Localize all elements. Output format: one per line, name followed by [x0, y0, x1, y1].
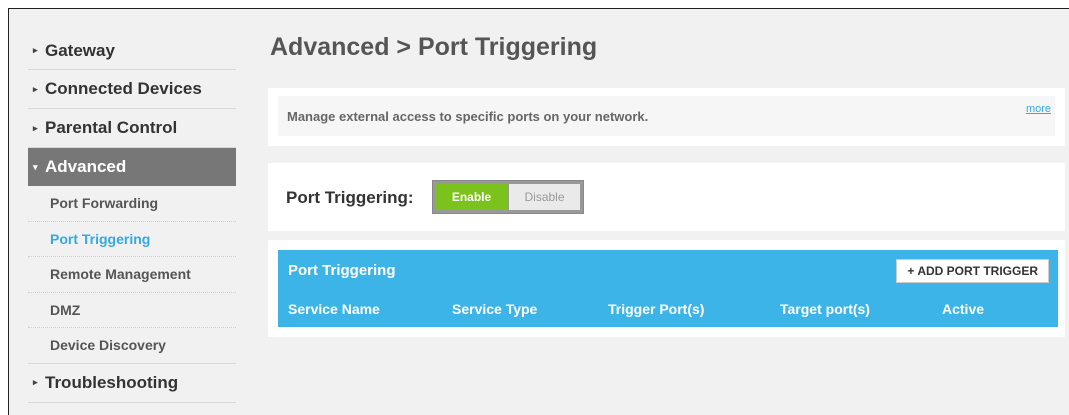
caret-down-icon: ▾: [33, 161, 38, 172]
page-title: Advanced > Port Triggering: [270, 33, 598, 61]
table-header: Port Triggering + ADD PORT TRIGGER Servi…: [278, 250, 1058, 327]
sidebar-item-label: Gateway: [45, 40, 115, 60]
add-port-trigger-button[interactable]: + ADD PORT TRIGGER: [896, 259, 1049, 283]
subnav-port-triggering[interactable]: Port Triggering: [28, 222, 236, 257]
sidebar-item-parental-control[interactable]: ▸ Parental Control: [28, 109, 236, 148]
caret-right-icon: ▸: [33, 83, 38, 94]
intro-text: Manage external access to specific ports…: [287, 109, 649, 124]
subnav-device-discovery[interactable]: Device Discovery: [28, 328, 236, 364]
sidebar-item-label: Parental Control: [45, 118, 178, 137]
subnav-remote-management[interactable]: Remote Management: [28, 257, 236, 293]
sidebar-item-label: Advanced: [45, 157, 127, 176]
sidebar-item-advanced[interactable]: ▾ Advanced: [28, 148, 236, 186]
disable-button[interactable]: Disable: [509, 184, 580, 210]
more-link[interactable]: more: [1026, 103, 1051, 115]
sidebar-item-gateway[interactable]: ▸ Gateway: [28, 32, 236, 70]
sidebar-item-troubleshooting[interactable]: ▸ Troubleshooting: [28, 364, 236, 403]
table-title: Port Triggering: [288, 262, 396, 279]
subnav-port-forwarding[interactable]: Port Forwarding: [28, 186, 236, 222]
sidebar-item-label: Connected Devices: [45, 79, 202, 98]
enable-button[interactable]: Enable: [436, 184, 507, 210]
port-triggering-toggle-card: Port Triggering: Enable Disable: [268, 163, 1065, 231]
toggle-label: Port Triggering:: [286, 188, 414, 207]
caret-right-icon: ▸: [33, 45, 38, 55]
subnav-dmz[interactable]: DMZ: [28, 293, 236, 328]
sidebar-item-label: Troubleshooting: [45, 372, 179, 392]
intro-card: Manage external access to specific ports…: [268, 88, 1065, 146]
column-header-active: Active: [942, 301, 985, 317]
sidebar-item-connected-devices[interactable]: ▸ Connected Devices: [28, 70, 236, 109]
advanced-subnav: Port Forwarding Port Triggering Remote M…: [28, 186, 236, 364]
caret-right-icon: ▸: [33, 377, 38, 387]
column-header-trigger-ports: Trigger Port(s): [608, 301, 705, 317]
sidebar-nav: ▸ Gateway ▸ Connected Devices ▸ Parental…: [28, 32, 236, 403]
intro-panel: Manage external access to specific ports…: [278, 96, 1055, 136]
enable-disable-toggle: Enable Disable: [432, 180, 584, 214]
column-header-service-name: Service Name: [288, 301, 380, 317]
port-triggering-table-card: Port Triggering + ADD PORT TRIGGER Servi…: [268, 240, 1065, 337]
column-header-service-type: Service Type: [452, 301, 538, 317]
caret-right-icon: ▸: [33, 122, 38, 133]
column-header-target-ports: Target port(s): [780, 301, 870, 317]
